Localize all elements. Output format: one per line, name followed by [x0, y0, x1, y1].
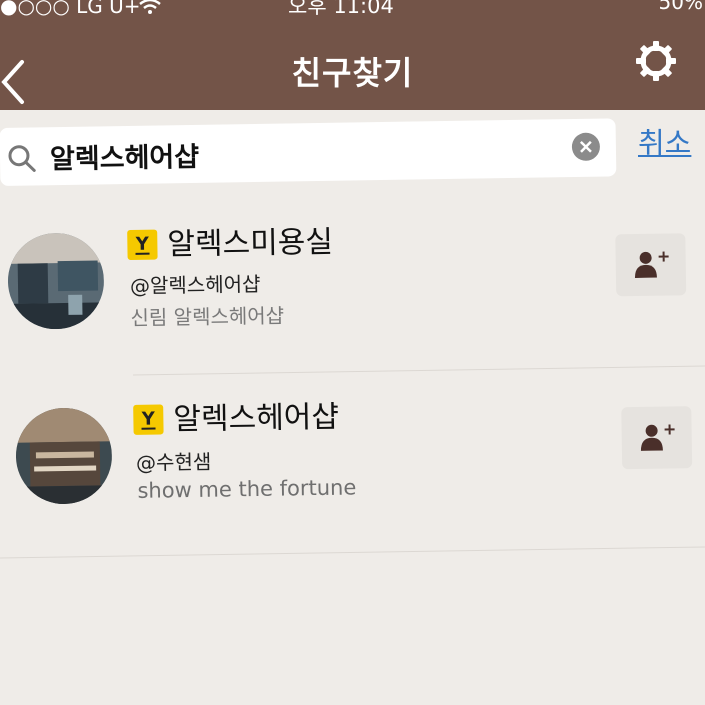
cancel-button[interactable]: 취소 — [638, 120, 691, 162]
friend-handle: @수현샘 — [135, 449, 212, 475]
search-icon — [8, 145, 36, 172]
status-bar: ●○○○ LG U+ 오후 11:04 50% — [0, 0, 705, 22]
wifi-icon — [138, 0, 162, 20]
clear-icon — [579, 140, 592, 153]
gear-icon — [636, 41, 676, 81]
clear-button[interactable] — [571, 132, 601, 162]
avatar[interactable] — [15, 407, 113, 505]
search-row: 알렉스헤어샵 취소 — [0, 110, 705, 202]
friend-status: show me the fortune — [137, 475, 357, 503]
list-item[interactable]: Y 알렉스헤어샵 @수현샘 show me the fortune — [0, 364, 705, 545]
search-value: 알렉스헤어샵 — [49, 141, 200, 176]
friend-name: 알렉스헤어샵 — [173, 399, 340, 438]
avatar[interactable] — [7, 232, 105, 330]
avatar-photo — [7, 232, 105, 330]
add-friend-button[interactable] — [621, 406, 693, 470]
carrier-label: ●○○○ LG U+ — [0, 0, 141, 18]
list-item[interactable]: Y 알렉스미용실 @알렉스헤어샵 신림 알렉스헤어샵 — [0, 189, 705, 370]
page-title: 친구찾기 — [291, 54, 414, 92]
settings-button[interactable] — [635, 40, 677, 82]
add-friend-icon — [640, 424, 675, 451]
battery-label: 50% — [658, 0, 703, 14]
add-friend-icon — [634, 251, 669, 279]
yellow-id-badge: Y — [127, 229, 158, 260]
search-input[interactable]: 알렉스헤어샵 — [0, 118, 617, 186]
avatar-photo — [15, 407, 113, 505]
divider — [0, 546, 705, 559]
friend-status: 신림 알렉스헤어샵 — [130, 303, 285, 330]
friend-handle: @알렉스헤어샵 — [129, 271, 261, 298]
status-time: 오후 11:04 — [288, 0, 394, 18]
yellow-id-badge: Y — [133, 404, 164, 435]
app-header: ●○○○ LG U+ 오후 11:04 50% 친구찾기 — [0, 0, 705, 118]
friend-name: 알렉스미용실 — [167, 224, 334, 263]
add-friend-button[interactable] — [615, 233, 687, 297]
